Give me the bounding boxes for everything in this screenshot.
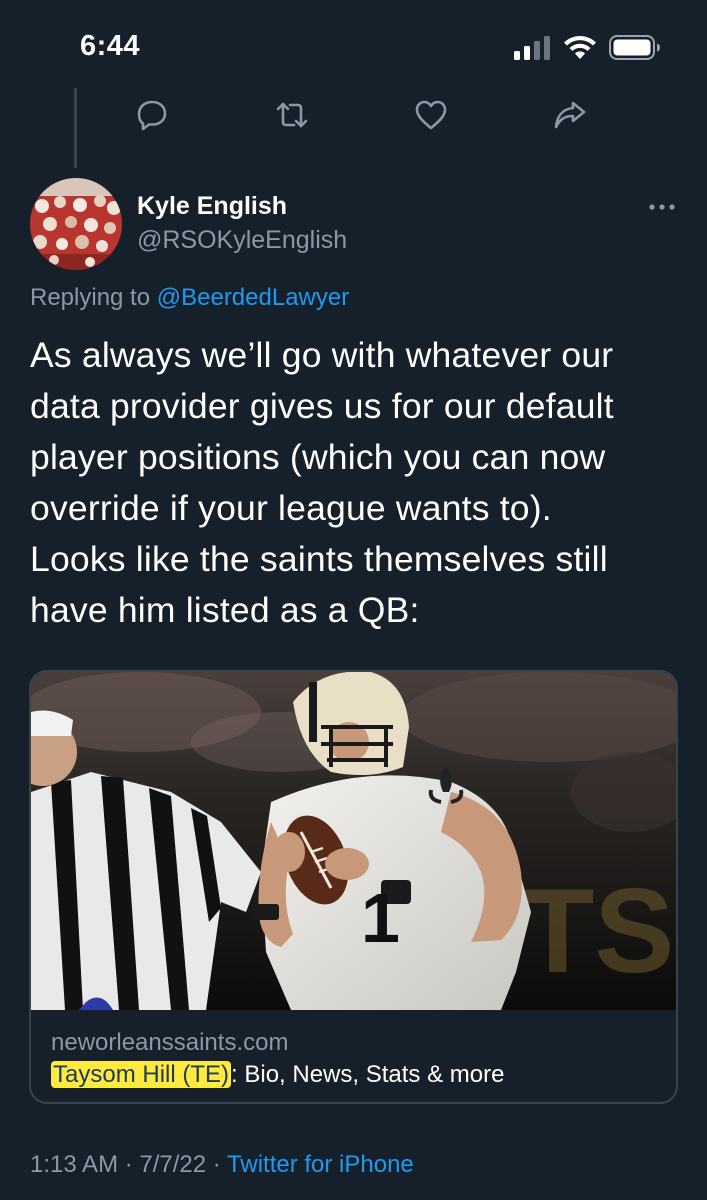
cellular-signal-icon	[514, 36, 550, 60]
replying-to-mention[interactable]: @BeerdedLawyer	[157, 284, 349, 311]
tweet-text-line: As always we’ll go with whatever our	[30, 335, 614, 375]
avatar[interactable]	[30, 178, 122, 270]
link-card-image: INTS 1	[31, 672, 676, 1010]
battery-icon	[609, 35, 660, 60]
highlighted-text: Taysom Hill (TE)	[51, 1061, 232, 1088]
tweet-text-line: override if your league wants to).	[30, 488, 552, 528]
tweet-text: As always we’ll go with whatever our dat…	[30, 330, 680, 636]
tweet-text-line: data provider gives us for our default	[30, 386, 614, 426]
thread-line	[74, 88, 77, 168]
svg-text:1: 1	[361, 879, 400, 957]
tweet-date: 7/7/22	[139, 1151, 207, 1178]
author-name[interactable]: Kyle English	[137, 192, 287, 221]
share-icon[interactable]	[553, 98, 587, 132]
replying-prefix: Replying to	[30, 284, 157, 311]
replying-to: Replying to @BeerdedLawyer	[30, 284, 349, 312]
link-card-domain: neworleanssaints.com	[51, 1029, 289, 1056]
reply-icon[interactable]	[135, 98, 169, 132]
meta-separator: ·	[118, 1151, 140, 1178]
tweet-time: 1:13 AM	[30, 1151, 119, 1178]
more-options-icon[interactable]	[648, 197, 676, 217]
wifi-icon	[564, 36, 596, 59]
link-card[interactable]: INTS 1 neworleanssaints.com Taysom Hill …	[29, 670, 678, 1104]
retweet-icon[interactable]	[275, 98, 309, 132]
tweet-text-line: have him listed as a QB:	[30, 590, 420, 630]
like-icon[interactable]	[414, 98, 448, 132]
link-card-title-rest: : Bio, News, Stats & more	[231, 1061, 505, 1088]
tweet-source-link[interactable]: Twitter for iPhone	[227, 1151, 414, 1178]
status-time: 6:44	[80, 30, 141, 62]
author-handle[interactable]: @RSOKyleEnglish	[137, 226, 347, 255]
status-bar: 6:44	[0, 0, 707, 92]
tweet-timestamp: 1:13 AM · 7/7/22 · Twitter for iPhone	[30, 1151, 414, 1179]
tweet-text-line: player positions (which you can now	[30, 437, 606, 477]
link-card-title: Taysom Hill (TE): Bio, News, Stats & mor…	[51, 1061, 504, 1089]
tweet-text-line: Looks like the saints themselves still	[30, 539, 608, 579]
meta-separator: ·	[206, 1151, 228, 1178]
